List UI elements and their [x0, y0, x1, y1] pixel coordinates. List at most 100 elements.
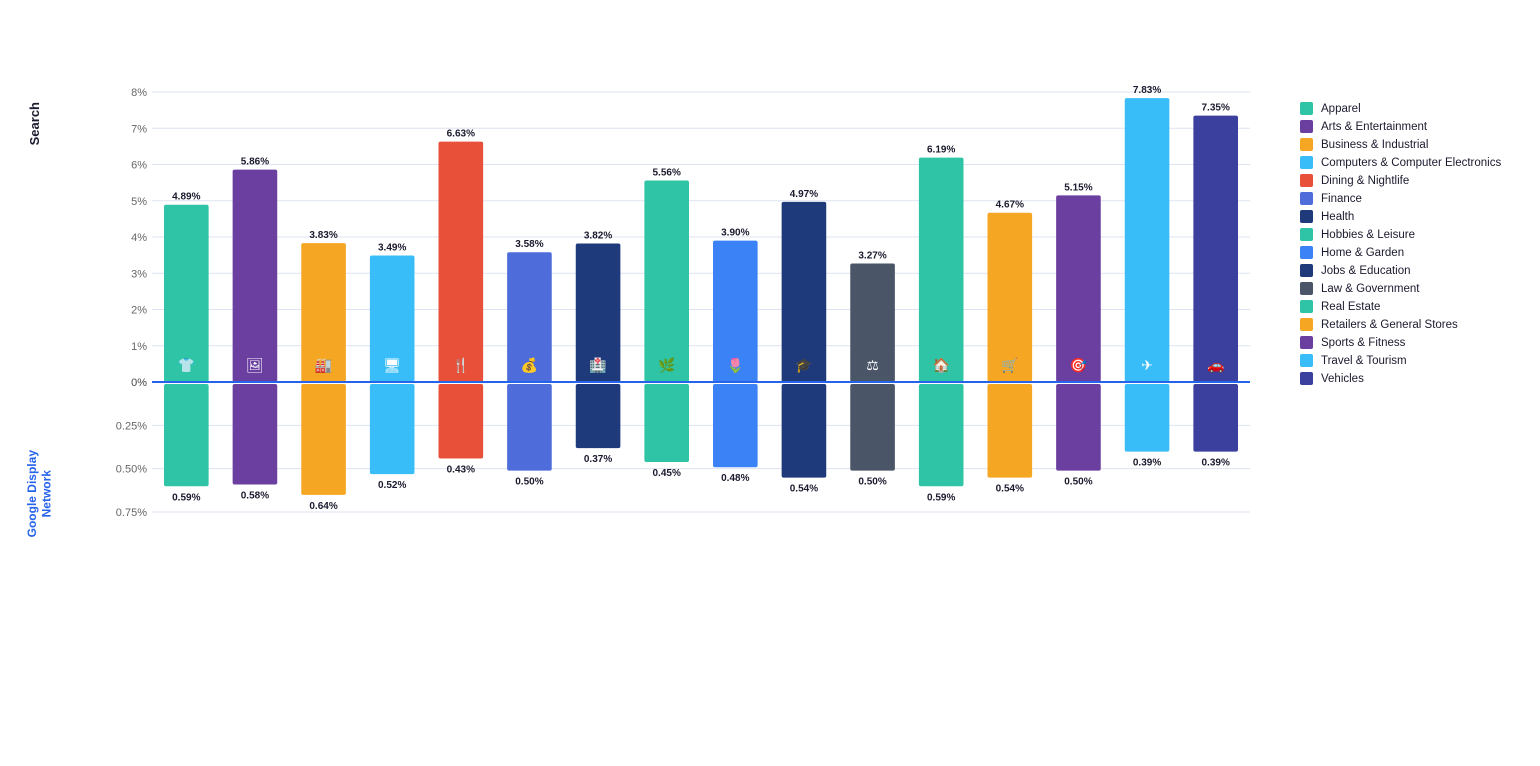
svg-text:0.59%: 0.59%: [172, 492, 200, 503]
legend-item: Retailers & General Stores: [1300, 318, 1515, 331]
chart-svg: 8%7%6%5%4%3%2%1%0%0.25%0.50%0.75%4.89%👕0…: [85, 72, 1285, 622]
left-axis: Search Google DisplayNetwork: [25, 72, 85, 627]
svg-text:🛒: 🛒: [1001, 357, 1018, 374]
legend-color: [1300, 138, 1313, 151]
svg-text:⚖: ⚖: [866, 357, 879, 373]
legend-label: Law & Government: [1321, 283, 1419, 295]
legend-color: [1300, 372, 1313, 385]
legend-label: Dining & Nightlife: [1321, 175, 1409, 187]
legend-color: [1300, 246, 1313, 259]
legend-label: Business & Industrial: [1321, 139, 1428, 151]
legend-label: Travel & Tourism: [1321, 355, 1407, 367]
legend-color: [1300, 228, 1313, 241]
svg-text:🍴: 🍴: [452, 357, 469, 374]
legend-item: Law & Government: [1300, 282, 1515, 295]
legend-label: Apparel: [1321, 103, 1361, 115]
svg-text:0.37%: 0.37%: [584, 454, 612, 465]
legend-color: [1300, 354, 1313, 367]
svg-text:3.90%: 3.90%: [721, 228, 749, 239]
svg-text:0.39%: 0.39%: [1133, 458, 1161, 469]
legend-item: Sports & Fitness: [1300, 336, 1515, 349]
svg-text:🏭: 🏭: [315, 357, 332, 374]
legend-label: Sports & Fitness: [1321, 337, 1405, 349]
display-axis-label: Google DisplayNetwork: [25, 450, 54, 537]
svg-text:0.52%: 0.52%: [378, 480, 406, 491]
legend-label: Computers & Computer Electronics: [1321, 157, 1501, 169]
legend-label: Jobs & Education: [1321, 265, 1411, 277]
svg-text:0.75%: 0.75%: [116, 507, 147, 519]
svg-text:3.49%: 3.49%: [378, 242, 406, 253]
legend-item: Travel & Tourism: [1300, 354, 1515, 367]
legend-item: Vehicles: [1300, 372, 1515, 385]
svg-text:6.19%: 6.19%: [927, 145, 955, 156]
svg-text:0%: 0%: [131, 377, 147, 389]
svg-text:3.83%: 3.83%: [309, 230, 337, 241]
legend-label: Hobbies & Leisure: [1321, 229, 1415, 241]
svg-text:4%: 4%: [131, 232, 147, 244]
svg-text:0.54%: 0.54%: [996, 484, 1024, 495]
legend-label: Home & Garden: [1321, 247, 1404, 259]
svg-text:🎓: 🎓: [795, 357, 812, 374]
chart-svg-container: 8%7%6%5%4%3%2%1%0%0.25%0.50%0.75%4.89%👕0…: [85, 72, 1285, 627]
svg-text:4.97%: 4.97%: [790, 189, 818, 200]
legend-item: Dining & Nightlife: [1300, 174, 1515, 187]
svg-text:0.50%: 0.50%: [116, 464, 147, 476]
svg-text:🖼: 🖼: [246, 357, 264, 373]
legend-color: [1300, 120, 1313, 133]
legend-item: Computers & Computer Electronics: [1300, 156, 1515, 169]
svg-text:3.58%: 3.58%: [515, 239, 543, 250]
legend-item: Apparel: [1300, 102, 1515, 115]
legend-item: Business & Industrial: [1300, 138, 1515, 151]
svg-text:5%: 5%: [131, 196, 147, 208]
legend-color: [1300, 282, 1313, 295]
svg-text:5.15%: 5.15%: [1064, 182, 1092, 193]
legend-item: Finance: [1300, 192, 1515, 205]
legend-item: Jobs & Education: [1300, 264, 1515, 277]
legend-color: [1300, 318, 1313, 331]
legend-color: [1300, 174, 1313, 187]
legend-item: Arts & Entertainment: [1300, 120, 1515, 133]
legend-label: Real Estate: [1321, 301, 1380, 313]
svg-text:0.50%: 0.50%: [1064, 477, 1092, 488]
svg-text:0.50%: 0.50%: [515, 477, 543, 488]
svg-text:0.64%: 0.64%: [309, 501, 337, 512]
legend-item: Real Estate: [1300, 300, 1515, 313]
svg-text:🖥: 🖥: [383, 357, 401, 373]
svg-text:8%: 8%: [131, 87, 147, 99]
page: Search Google DisplayNetwork 8% 7% 6% 5% 4% 3…: [0, 0, 1540, 766]
chart-wrapper: Search Google DisplayNetwork 8% 7% 6% 5% 4% 3…: [25, 72, 1515, 627]
legend-item: Home & Garden: [1300, 246, 1515, 259]
svg-text:🌿: 🌿: [658, 357, 675, 374]
svg-text:0.58%: 0.58%: [241, 491, 269, 502]
svg-text:4.89%: 4.89%: [172, 192, 200, 203]
legend-color: [1300, 336, 1313, 349]
legend-label: Finance: [1321, 193, 1362, 205]
search-axis-label: Search: [27, 102, 42, 145]
svg-text:6.63%: 6.63%: [447, 129, 475, 140]
legend-color: [1300, 102, 1313, 115]
svg-text:6%: 6%: [131, 160, 147, 172]
svg-text:🏠: 🏠: [932, 357, 949, 374]
svg-text:3.27%: 3.27%: [858, 250, 886, 261]
svg-text:0.59%: 0.59%: [927, 492, 955, 503]
svg-text:3%: 3%: [131, 268, 147, 280]
legend-color: [1300, 192, 1313, 205]
svg-text:7%: 7%: [131, 123, 147, 135]
svg-text:🎯: 🎯: [1070, 357, 1088, 373]
svg-text:4.67%: 4.67%: [996, 200, 1024, 211]
svg-text:🚗: 🚗: [1207, 357, 1224, 374]
svg-text:0.50%: 0.50%: [858, 477, 886, 488]
svg-text:🌷: 🌷: [727, 357, 744, 374]
legend-label: Vehicles: [1321, 373, 1364, 385]
svg-text:🏥: 🏥: [589, 357, 606, 374]
svg-text:0.45%: 0.45%: [653, 468, 681, 479]
legend-item: Health: [1300, 210, 1515, 223]
svg-text:✈: ✈: [1141, 357, 1153, 373]
svg-text:0.48%: 0.48%: [721, 473, 749, 484]
svg-text:3.82%: 3.82%: [584, 231, 612, 242]
legend-color: [1300, 156, 1313, 169]
svg-text:5.56%: 5.56%: [653, 167, 681, 178]
legend-item: Hobbies & Leisure: [1300, 228, 1515, 241]
svg-text:2%: 2%: [131, 305, 147, 317]
svg-text:0.43%: 0.43%: [447, 465, 475, 476]
